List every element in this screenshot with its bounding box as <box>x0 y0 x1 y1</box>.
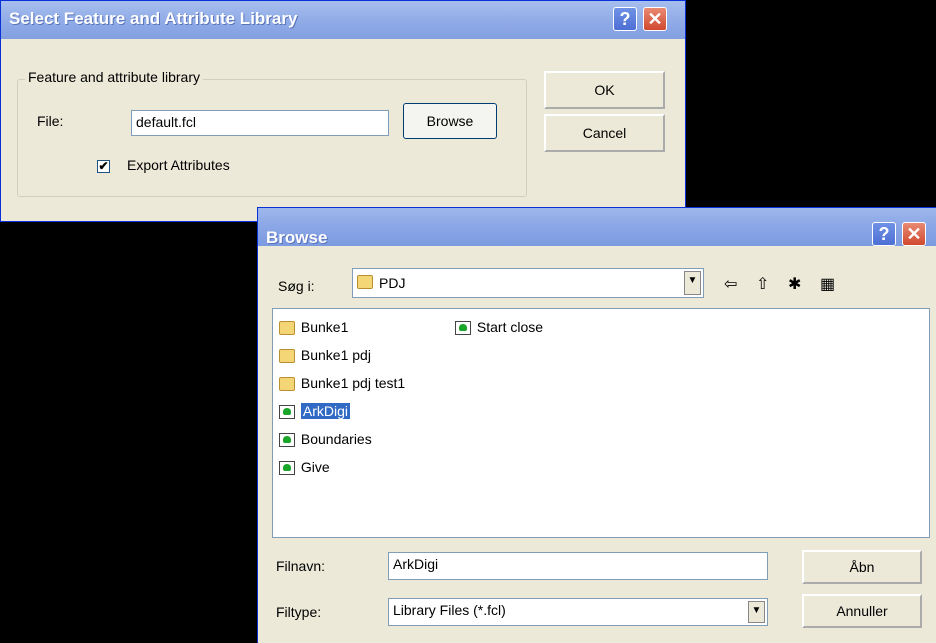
library-file-icon <box>279 461 295 476</box>
folder-icon <box>279 377 295 392</box>
close-icon[interactable]: ✕ <box>643 7 667 31</box>
list-item[interactable]: Bunke1 <box>279 317 348 337</box>
dialog2-titlebar[interactable]: Browse ? ✕ <box>258 208 936 247</box>
lookin-value: PDJ <box>379 275 406 291</box>
cancel-button[interactable]: Annuller <box>802 594 922 628</box>
file-label: File: <box>37 113 64 129</box>
ok-button[interactable]: OK <box>544 71 665 109</box>
browse-button[interactable]: Browse <box>403 103 497 139</box>
list-item[interactable]: Start close <box>455 317 543 337</box>
filename-label: Filnavn: <box>276 558 326 574</box>
new-folder-icon[interactable]: ✱ <box>788 274 801 294</box>
library-file-icon <box>455 321 471 336</box>
up-folder-icon[interactable]: ⇧ <box>756 274 769 294</box>
dialog1-titlebar[interactable]: Select Feature and Attribute Library ? ✕ <box>1 1 685 39</box>
cancel-button[interactable]: Cancel <box>544 114 665 152</box>
library-file-icon <box>279 433 295 448</box>
export-attributes-label: Export Attributes <box>127 157 230 173</box>
open-button[interactable]: Åbn <box>802 550 922 584</box>
folder-icon <box>279 321 295 336</box>
browse-dialog: Browse ? ✕ Søg i: PDJ ▼ ⇦ ⇧ ✱ ▦ Bunke1 B… <box>257 207 936 643</box>
back-icon[interactable]: ⇦ <box>724 274 737 294</box>
dialog2-title: Browse <box>266 228 328 247</box>
lookin-combo[interactable]: PDJ ▼ <box>352 268 704 298</box>
file-input[interactable]: default.fcl <box>131 110 389 136</box>
folder-icon <box>279 349 295 364</box>
close-icon[interactable]: ✕ <box>902 222 926 246</box>
lookin-label: Søg i: <box>278 278 315 294</box>
help-icon[interactable]: ? <box>613 7 637 31</box>
help-icon[interactable]: ? <box>872 222 896 246</box>
list-item[interactable]: Bunke1 pdj <box>279 345 371 365</box>
dialog1-title: Select Feature and Attribute Library <box>9 9 298 28</box>
library-file-icon <box>279 405 295 420</box>
views-menu-icon[interactable]: ▦ <box>820 274 835 294</box>
list-item[interactable]: Give <box>279 457 330 477</box>
list-item[interactable]: Bunke1 pdj test1 <box>279 373 405 393</box>
filetype-label: Filtype: <box>276 604 322 620</box>
filename-input[interactable]: ArkDigi <box>388 552 768 580</box>
dropdown-arrow-icon[interactable]: ▼ <box>748 601 765 623</box>
list-item[interactable]: Boundaries <box>279 429 372 449</box>
export-attributes-checkbox[interactable]: ✔ <box>97 160 110 173</box>
list-item-selected[interactable]: ArkDigi <box>279 401 351 421</box>
file-list[interactable]: Bunke1 Bunke1 pdj Bunke1 pdj test1 ArkDi… <box>272 308 930 538</box>
folder-icon <box>357 275 373 290</box>
groupbox-label: Feature and attribute library <box>25 69 203 85</box>
filetype-select[interactable]: Library Files (*.fcl) ▼ <box>388 598 768 626</box>
select-library-dialog: Select Feature and Attribute Library ? ✕… <box>0 0 686 222</box>
dropdown-arrow-icon[interactable]: ▼ <box>684 271 701 295</box>
filetype-value: Library Files (*.fcl) <box>393 602 506 618</box>
